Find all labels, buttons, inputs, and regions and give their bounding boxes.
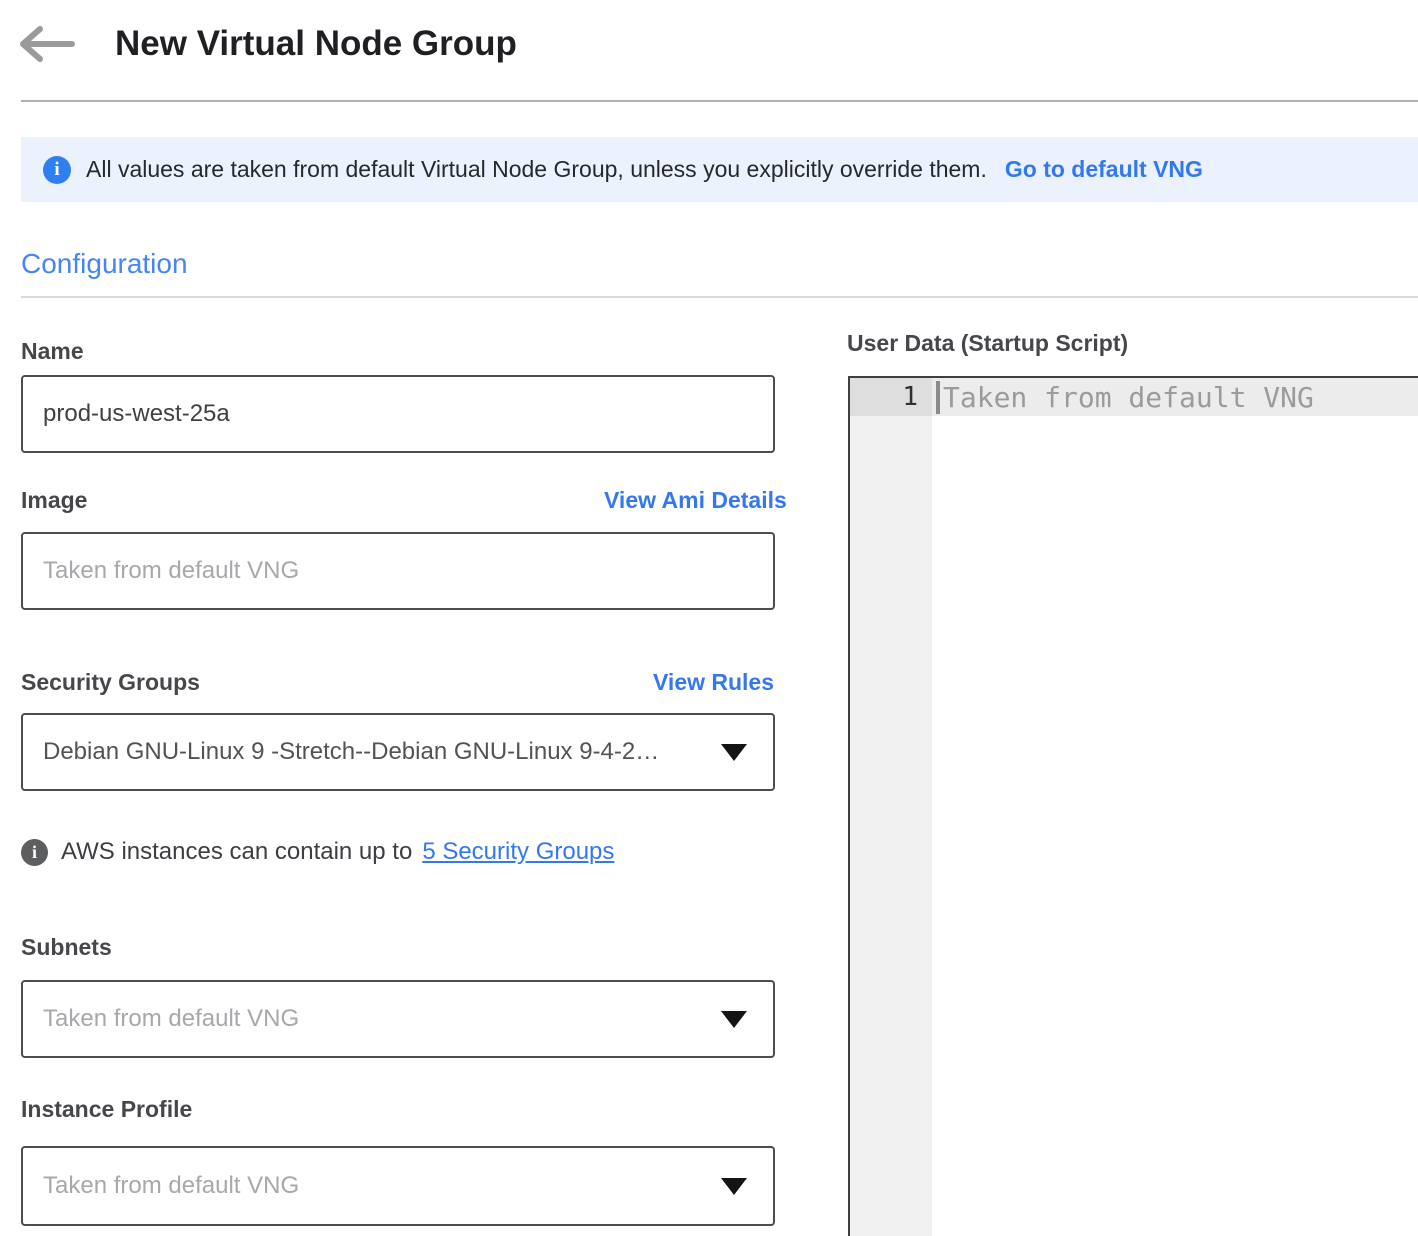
security-groups-label: Security Groups <box>21 669 200 696</box>
image-label: Image <box>21 487 87 514</box>
info-banner: i All values are taken from default Virt… <box>21 137 1418 202</box>
instance-profile-select[interactable]: Taken from default VNG <box>21 1146 775 1226</box>
subnets-select[interactable]: Taken from default VNG <box>21 980 775 1058</box>
back-arrow-icon[interactable] <box>14 22 76 66</box>
editor-placeholder-text: Taken from default VNG <box>943 378 1314 416</box>
image-input[interactable] <box>21 532 775 610</box>
chevron-down-icon <box>721 1011 747 1028</box>
name-input[interactable] <box>21 375 775 453</box>
go-to-default-vng-link[interactable]: Go to default VNG <box>1005 156 1203 183</box>
user-data-code-editor[interactable]: 1 Taken from default VNG <box>848 376 1418 1236</box>
info-icon-gray: i <box>21 839 48 866</box>
configuration-section-title: Configuration <box>21 248 188 280</box>
new-virtual-node-group-page: New Virtual Node Group i All values are … <box>0 0 1418 1236</box>
header-divider <box>21 100 1418 102</box>
chevron-down-icon <box>721 1178 747 1195</box>
chevron-down-icon <box>721 744 747 761</box>
instance-profile-label: Instance Profile <box>21 1096 192 1123</box>
text-cursor <box>936 381 940 414</box>
section-divider <box>21 296 1418 298</box>
five-security-groups-link[interactable]: 5 Security Groups <box>422 838 614 866</box>
view-ami-details-link[interactable]: View Ami Details <box>604 487 787 514</box>
security-groups-select[interactable]: Debian GNU-Linux 9 -Stretch--Debian GNU-… <box>21 713 775 791</box>
editor-line-number: 1 <box>850 378 932 416</box>
security-groups-note: i AWS instances can contain up to 5 Secu… <box>21 838 614 866</box>
subnets-label: Subnets <box>21 934 112 961</box>
security-groups-selected-value: Debian GNU-Linux 9 -Stretch--Debian GNU-… <box>43 738 659 766</box>
page-title: New Virtual Node Group <box>115 22 517 66</box>
view-rules-link[interactable]: View Rules <box>653 669 774 696</box>
note-text: AWS instances can contain up to <box>61 838 412 866</box>
instance-profile-placeholder: Taken from default VNG <box>43 1172 299 1200</box>
editor-gutter <box>850 378 932 1236</box>
banner-text: All values are taken from default Virtua… <box>86 156 987 183</box>
info-icon: i <box>43 156 71 184</box>
subnets-placeholder: Taken from default VNG <box>43 1005 299 1033</box>
user-data-label: User Data (Startup Script) <box>847 330 1128 357</box>
name-label: Name <box>21 338 84 365</box>
